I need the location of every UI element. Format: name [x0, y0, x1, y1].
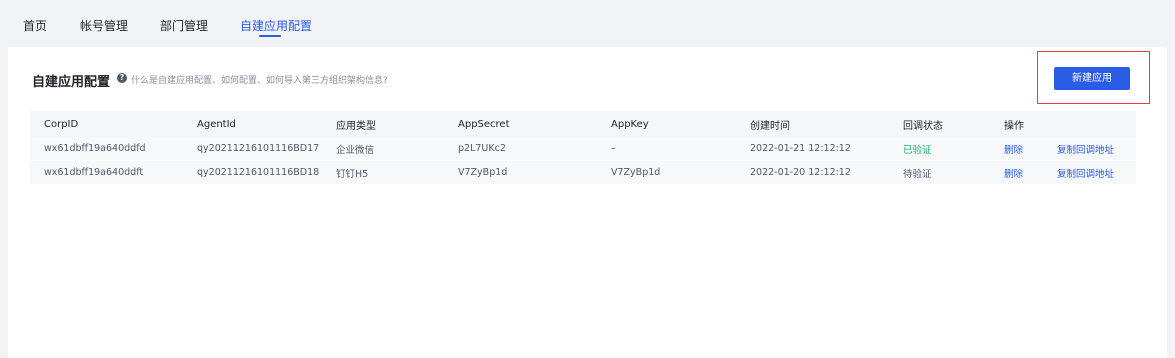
- header-corpid: CorpID: [44, 118, 79, 130]
- cell-agentid: qy20211216101116BD18: [197, 167, 320, 178]
- cell-app-type: 企业微信: [336, 144, 375, 156]
- copy-callback-url-link[interactable]: 复制回调地址: [1057, 161, 1114, 184]
- help-link[interactable]: 什么是自建应用配置、如何配置、如何导入第三方组织架构信息?: [131, 73, 388, 86]
- header-actions: 操作: [1004, 120, 1024, 132]
- header-appsecret: AppSecret: [458, 118, 510, 130]
- copy-callback-url-link[interactable]: 复制回调地址: [1057, 137, 1114, 160]
- nav-item-department-management[interactable]: 部门管理: [160, 17, 208, 34]
- cell-corpid: wx61dbff19a640ddft: [44, 167, 144, 178]
- cell-callback-status: 待验证: [903, 168, 932, 180]
- cell-corpid: wx61dbff19a640ddfd: [44, 143, 146, 154]
- main-panel: 自建应用配置 ? 什么是自建应用配置、如何配置、如何导入第三方组织架构信息? 新…: [8, 47, 1167, 358]
- delete-link[interactable]: 删除: [1004, 137, 1023, 160]
- cell-appsecret: p2L7UKc2: [458, 143, 506, 154]
- cell-created-at: 2022-01-20 12:12:12: [750, 167, 851, 178]
- header-agentid: AgentId: [197, 118, 236, 130]
- delete-link[interactable]: 删除: [1004, 161, 1023, 184]
- cell-appkey: V7ZyBp1d: [611, 167, 661, 178]
- header-appkey: AppKey: [611, 118, 649, 130]
- page-title: 自建应用配置: [32, 75, 111, 90]
- table-row: wx61dbff19a640ddfd qy20211216101116BD17 …: [30, 137, 1136, 161]
- table-header: CorpID AgentId 应用类型 AppSecret AppKey 创建时…: [30, 111, 1136, 137]
- cell-created-at: 2022-01-21 12:12:12: [750, 143, 851, 154]
- table-row: wx61dbff19a640ddft qy20211216101116BD18 …: [30, 161, 1136, 185]
- header-created-at: 创建时间: [750, 120, 790, 132]
- header-app-type: 应用类型: [336, 120, 376, 132]
- nav-item-account-management[interactable]: 帐号管理: [80, 17, 128, 34]
- cell-callback-status: 已验证: [903, 144, 932, 156]
- header-callback-status: 回调状态: [903, 120, 943, 132]
- cell-appkey: –: [611, 143, 616, 154]
- active-tab-indicator: [259, 35, 281, 37]
- cell-appsecret: V7ZyBp1d: [458, 167, 508, 178]
- top-nav: 首页 帐号管理 部门管理 自建应用配置: [0, 0, 1175, 46]
- nav-item-home[interactable]: 首页: [23, 17, 47, 34]
- new-app-button[interactable]: 新建应用: [1054, 67, 1130, 90]
- cell-app-type: 钉钉H5: [336, 168, 369, 180]
- nav-item-custom-app-config[interactable]: 自建应用配置: [240, 17, 312, 34]
- apps-table: CorpID AgentId 应用类型 AppSecret AppKey 创建时…: [30, 111, 1136, 185]
- question-circle-icon: ?: [117, 73, 127, 83]
- cell-agentid: qy20211216101116BD17: [197, 143, 320, 154]
